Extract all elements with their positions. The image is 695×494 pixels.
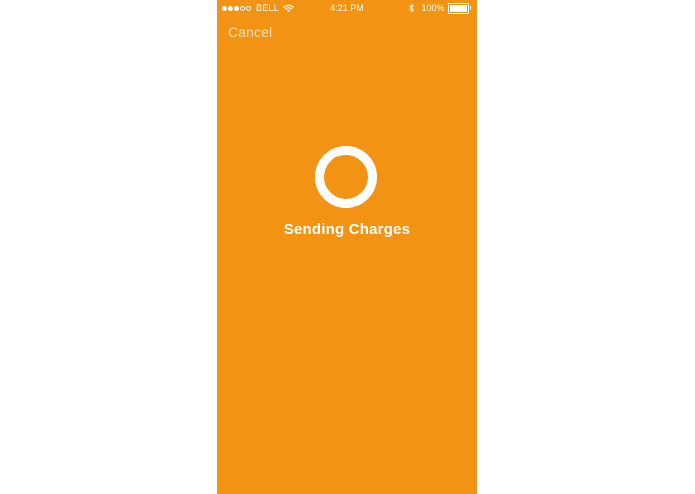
bluetooth-icon	[409, 3, 415, 13]
battery-body	[447, 2, 469, 14]
loading-message: Sending Charges	[283, 221, 411, 238]
battery-tip	[469, 6, 471, 10]
phone-screen: BELL 4:21 PM 100% Cancel Sending Charges	[217, 0, 477, 494]
battery-percent: 100%	[421, 3, 445, 13]
status-right: 100%	[408, 0, 471, 16]
battery-icon	[447, 2, 471, 14]
cancel-button[interactable]: Cancel	[228, 24, 272, 40]
status-bar: BELL 4:21 PM 100%	[217, 0, 477, 16]
battery-fill	[449, 4, 467, 12]
loading-spinner-icon	[315, 146, 377, 208]
